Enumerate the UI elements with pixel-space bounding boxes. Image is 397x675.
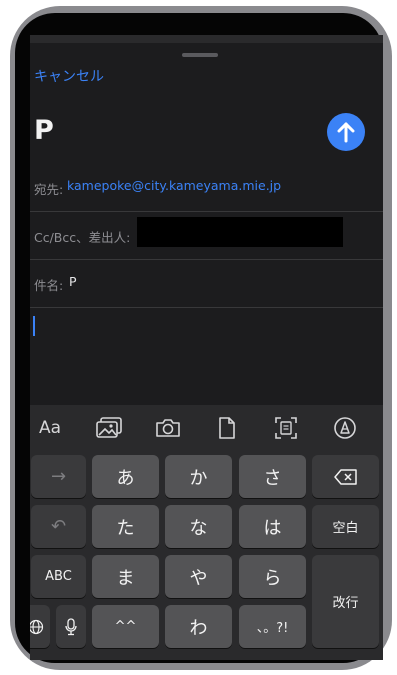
key-sa[interactable]: さ <box>239 455 306 498</box>
sheet-top-edge <box>30 35 383 43</box>
key-return[interactable]: 改行 <box>312 555 379 648</box>
photo-library-icon[interactable] <box>94 413 124 443</box>
globe-icon <box>30 619 44 634</box>
camera-icon[interactable] <box>153 413 183 443</box>
message-body[interactable] <box>30 307 383 405</box>
send-button[interactable] <box>327 113 365 151</box>
key-na[interactable]: な <box>165 505 232 548</box>
key-abc[interactable]: ABC <box>31 555 86 598</box>
key-ka[interactable]: か <box>165 455 232 498</box>
key-ta[interactable]: た <box>92 505 159 548</box>
subject-label: 件名: <box>34 278 64 293</box>
key-ya[interactable]: や <box>165 555 232 598</box>
key-space[interactable]: 空白 <box>312 505 379 548</box>
key-a[interactable]: あ <box>92 455 159 498</box>
markup-pen-icon[interactable] <box>330 413 360 443</box>
subject-field[interactable]: 件名: P <box>30 259 383 308</box>
backspace-key[interactable] <box>312 455 379 498</box>
key-undo[interactable]: ↶ <box>31 505 86 548</box>
key-dakuten[interactable]: ^^ <box>92 605 159 648</box>
arrow-up-icon <box>337 122 355 143</box>
dictation-key[interactable] <box>56 605 86 648</box>
to-field[interactable]: 宛先: kamepoke@city.kameyama.mie.jp <box>30 163 383 212</box>
cc-bcc-from-field[interactable]: Cc/Bcc、差出人: <box>30 211 383 260</box>
delete-backward-icon <box>333 468 357 485</box>
microphone-icon <box>65 617 77 635</box>
key-ra[interactable]: ら <box>239 555 306 598</box>
key-wa[interactable]: わ <box>165 605 232 648</box>
key-ma[interactable]: ま <box>92 555 159 598</box>
text-format-icon[interactable]: Aa <box>35 413 65 443</box>
cc-bcc-label: Cc/Bcc、差出人: <box>34 230 131 245</box>
to-label: 宛先: <box>34 182 64 197</box>
document-icon[interactable] <box>212 413 242 443</box>
key-ha[interactable]: は <box>239 505 306 548</box>
globe-key[interactable] <box>30 605 50 648</box>
sheet-grabber[interactable] <box>182 53 218 57</box>
japanese-kana-keyboard: Aa → あ か さ ↶ た な は 空白 ABC ま や ら 改行 ^^ わ … <box>30 405 383 660</box>
key-punctuation[interactable]: 、。?! <box>239 605 306 648</box>
mail-compose-screen: キャンセル P 宛先: kamepoke@city.kameyama.mie.j… <box>30 35 383 660</box>
key-arrow[interactable]: → <box>31 455 86 498</box>
redacted-sender <box>137 217 343 247</box>
scan-document-icon[interactable] <box>271 413 301 443</box>
page-title: P <box>34 115 54 146</box>
recipient-address[interactable]: kamepoke@city.kameyama.mie.jp <box>67 178 281 193</box>
cancel-button[interactable]: キャンセル <box>34 66 104 86</box>
subject-value[interactable]: P <box>69 274 77 289</box>
